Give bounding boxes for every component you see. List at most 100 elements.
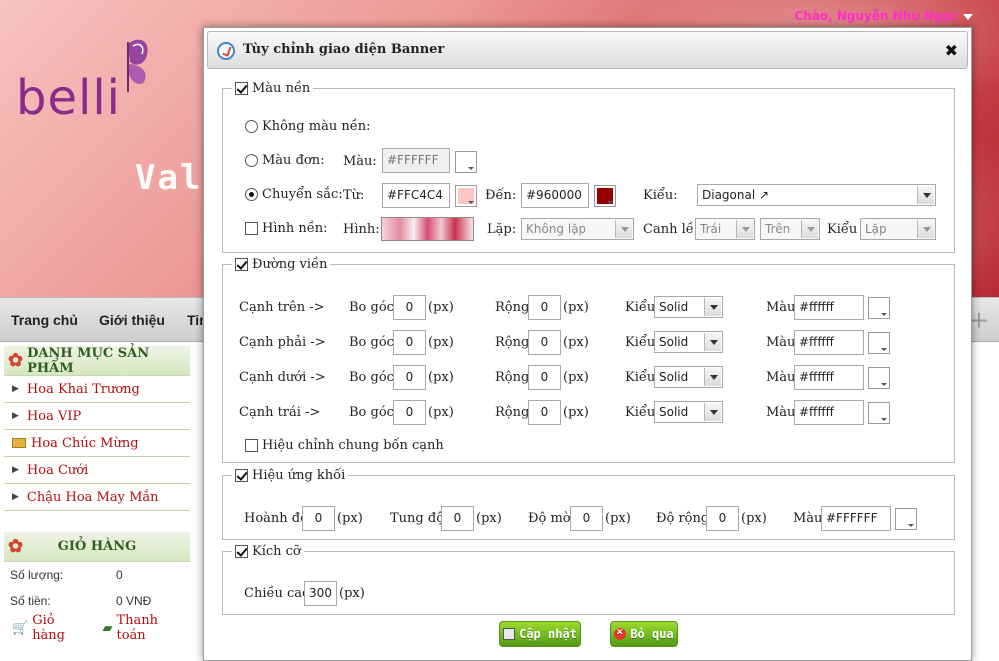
border-radius-input[interactable]: 0	[393, 330, 426, 355]
gradient-to-input[interactable]: #960000	[521, 183, 589, 208]
unit-label: (px)	[428, 370, 454, 385]
background-checkbox[interactable]	[235, 82, 248, 95]
repeat-select[interactable]: Không lặp	[521, 218, 634, 240]
image-label: Hình nền:	[262, 221, 328, 236]
category-item-label: Hoa Khai Trương	[26, 381, 140, 397]
image-field-label: Hình:	[343, 222, 380, 237]
solid-color-picker[interactable]	[455, 151, 477, 173]
shadow-y-input[interactable]: 0	[441, 506, 474, 531]
solid-color-input[interactable]: #FFFFFF	[382, 148, 450, 173]
border-color-picker[interactable]	[868, 332, 890, 354]
cancel-button[interactable]: Bỏ qua	[610, 621, 678, 647]
chevron-down-icon	[704, 298, 721, 316]
common-border-checkbox[interactable]	[245, 439, 258, 452]
close-icon[interactable]: ✖	[945, 41, 958, 60]
bullet-icon: ▶	[12, 465, 19, 475]
border-color-input[interactable]: #ffffff	[794, 400, 864, 425]
shadow-color-picker[interactable]	[895, 508, 917, 530]
chevron-down-icon	[704, 403, 721, 421]
no-color-option[interactable]: Không màu nền:	[245, 119, 370, 134]
solid-color-radio[interactable]	[245, 154, 258, 167]
gradient-from-input[interactable]: #FFC4C4	[382, 183, 450, 208]
update-button[interactable]: Cập nhật	[499, 621, 581, 647]
dialog-titlebar[interactable]: Tùy chỉnh giao diện Banner ✖	[207, 31, 968, 69]
shadow-blur-input[interactable]: 0	[570, 506, 603, 531]
border-width-input[interactable]: 0	[528, 400, 561, 425]
category-item[interactable]: ▶ Hoa VIP	[4, 403, 190, 430]
repeat-value: Không lặp	[526, 222, 587, 236]
chevron-down-icon	[704, 333, 721, 351]
user-greeting-menu[interactable]: Chào, Nguyễn Như Ngọc	[794, 9, 973, 23]
border-style-select[interactable]: Solid	[654, 401, 723, 423]
unit-label: (px)	[428, 335, 454, 350]
border-color-swatch	[871, 300, 887, 316]
nav-item-about[interactable]: Giới thiệu	[99, 312, 165, 328]
image-kind-select[interactable]: Lặp	[860, 218, 936, 240]
save-icon	[503, 628, 516, 640]
checkout-link[interactable]: Thanh toán	[116, 613, 190, 643]
category-item[interactable]: ▶ Hoa Khai Trương	[4, 376, 190, 403]
border-width-input[interactable]: 0	[528, 330, 561, 355]
shadow-checkbox[interactable]	[235, 469, 248, 482]
border-color-input[interactable]: #ffffff	[794, 365, 864, 390]
category-item[interactable]: ▶ Hoa Cưới	[4, 457, 190, 484]
category-item[interactable]: Hoa Chúc Mừng	[4, 430, 190, 457]
category-item-label: Hoa Chúc Mừng	[31, 435, 139, 451]
background-image-preview[interactable]	[381, 217, 474, 241]
shadow-color-input[interactable]: #FFFFFF	[821, 506, 891, 531]
border-checkbox[interactable]	[235, 258, 248, 271]
no-color-radio[interactable]	[245, 120, 258, 133]
solid-color-option[interactable]: Màu đơn:	[245, 153, 324, 168]
unit-label: (px)	[563, 405, 589, 420]
category-item-label: Chậu Hoa May Mắn	[26, 489, 159, 505]
bullet-icon: ▶	[12, 384, 19, 394]
cart-panel-title: ✿ GIỎ HÀNG	[4, 532, 190, 562]
align-horizontal-select[interactable]: Trái	[695, 218, 755, 240]
size-fieldset: Kích cỡ Chiều cao: 300 (px)	[222, 544, 955, 615]
border-radius-input[interactable]: 0	[393, 365, 426, 390]
border-radius-input[interactable]: 0	[393, 295, 426, 320]
gradient-from-label: Từ:	[343, 188, 365, 203]
gradient-from-picker[interactable]	[455, 185, 477, 207]
gradient-style-label: Kiểu:	[643, 188, 678, 203]
border-style-select[interactable]: Solid	[654, 366, 723, 388]
shadow-legend-label: Hiệu ứng khối	[252, 468, 346, 483]
gradient-to-picker[interactable]	[594, 185, 616, 207]
border-color-picker[interactable]	[868, 367, 890, 389]
gradient-option[interactable]: Chuyển sắc:	[245, 187, 343, 202]
border-color-input[interactable]: #ffffff	[794, 330, 864, 355]
image-kind-label: Kiểu	[827, 222, 858, 237]
height-input[interactable]: 300	[304, 581, 337, 606]
image-option[interactable]: Hình nền:	[245, 221, 328, 236]
gradient-radio[interactable]	[245, 188, 258, 201]
category-panel: ✿ DANH MỤC SẢN PHẨM ▶ Hoa Khai Trương ▶ Ho…	[4, 346, 190, 511]
border-width-input[interactable]: 0	[528, 365, 561, 390]
common-border-option[interactable]: Hiệu chỉnh chung bốn cạnh	[245, 438, 444, 453]
border-color-swatch	[871, 405, 887, 421]
align-vertical-select[interactable]: Trên	[760, 218, 820, 240]
size-checkbox[interactable]	[235, 545, 248, 558]
shadow-spread-input[interactable]: 0	[706, 506, 739, 531]
border-color-input[interactable]: #ffffff	[794, 295, 864, 320]
border-radius-input[interactable]: 0	[393, 400, 426, 425]
flower-icon: ✿	[8, 536, 24, 557]
cancel-icon	[614, 625, 627, 640]
site-logo[interactable]: belli	[16, 70, 121, 126]
border-style-select[interactable]: Solid	[654, 296, 723, 318]
background-legend: Màu nền	[232, 81, 313, 96]
shadow-spread-label: Độ rộng:	[656, 511, 714, 526]
cart-link[interactable]: Giỏ hàng	[32, 613, 90, 643]
border-color-picker[interactable]	[868, 402, 890, 424]
align-vertical-value: Trên	[765, 222, 791, 236]
shadow-fieldset: Hiệu ứng khối Hoành độ: 0 (px) Tung độ: …	[222, 468, 955, 540]
border-width-input[interactable]: 0	[528, 295, 561, 320]
shadow-color-swatch	[898, 511, 914, 527]
category-item[interactable]: ▶ Chậu Hoa May Mắn	[4, 484, 190, 511]
border-style-select[interactable]: Solid	[654, 331, 723, 353]
nav-item-home[interactable]: Trang chủ	[11, 312, 78, 328]
shadow-x-input[interactable]: 0	[302, 506, 335, 531]
banner-text: Val	[135, 158, 203, 198]
gradient-style-select[interactable]: Diagonal ↗	[697, 184, 936, 206]
image-checkbox[interactable]	[245, 222, 258, 235]
border-color-picker[interactable]	[868, 297, 890, 319]
